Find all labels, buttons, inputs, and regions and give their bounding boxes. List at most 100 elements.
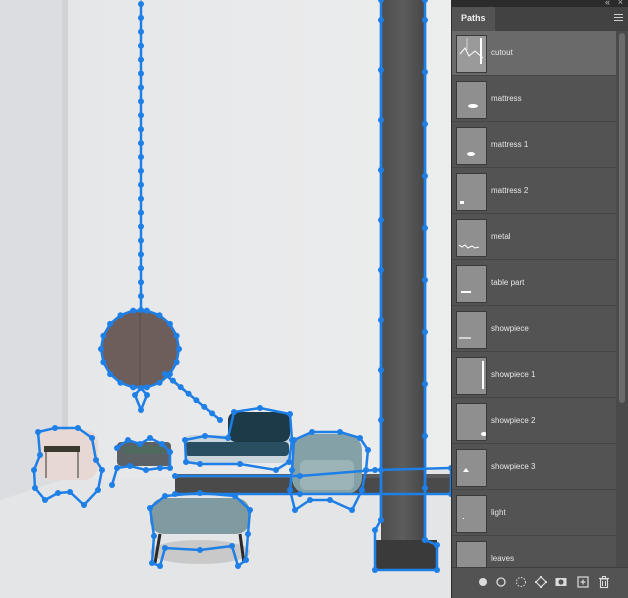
- make-work-path-icon[interactable]: [534, 575, 548, 589]
- path-item[interactable]: mattress 1: [452, 123, 617, 168]
- anchor-point: [422, 121, 428, 127]
- anchor-point: [138, 209, 144, 216]
- anchor-point: [138, 98, 144, 105]
- path-name: showpiece 2: [491, 416, 536, 425]
- anchor-point: [286, 459, 292, 465]
- path-item[interactable]: metal: [452, 215, 617, 260]
- hamburger-menu-icon[interactable]: [614, 14, 623, 22]
- anchor-point: [378, 167, 384, 173]
- anchor-point: [197, 547, 203, 553]
- anchor-point: [422, 485, 428, 491]
- anchor-point: [143, 307, 150, 314]
- delete-path-icon[interactable]: [597, 575, 611, 589]
- anchor-point: [138, 70, 144, 77]
- anchor-point: [372, 567, 378, 573]
- anchor-point: [327, 497, 333, 503]
- anchor-point: [229, 543, 235, 549]
- anchor-point: [422, 17, 428, 23]
- anchor-point: [378, 517, 384, 523]
- anchor-point: [55, 490, 61, 496]
- anchor-point: [35, 429, 41, 435]
- path-item[interactable]: mattress: [452, 77, 617, 122]
- anchor-point: [117, 312, 124, 319]
- anchor-point: [289, 467, 295, 473]
- fill-path-icon[interactable]: [476, 575, 490, 589]
- paths-scrollbar[interactable]: [616, 31, 628, 568]
- anchor-point: [166, 320, 173, 327]
- anchor-point: [378, 117, 384, 123]
- path-thumbnail: [456, 81, 487, 119]
- anchor-point: [81, 502, 87, 508]
- path-outline: [373, 0, 439, 572]
- anchor-point: [247, 507, 253, 513]
- path-outline-overlay: [31, 0, 451, 573]
- path-name: mattress 2: [491, 186, 529, 195]
- load-selection-icon[interactable]: [514, 575, 528, 589]
- anchor-point: [235, 563, 241, 569]
- anchor-point: [95, 487, 101, 493]
- anchor-point: [176, 346, 182, 352]
- anchor-point: [130, 384, 137, 391]
- path-item[interactable]: showpiece: [452, 307, 617, 352]
- path-item[interactable]: showpiece 1: [452, 353, 617, 398]
- anchor-point: [125, 437, 131, 443]
- anchor-point: [147, 435, 153, 441]
- paths-panel: « × Paths cutout mattress mattress 1 mattre…: [451, 0, 628, 598]
- close-icon[interactable]: ×: [618, 0, 623, 7]
- path-item[interactable]: mattress 2: [452, 169, 617, 214]
- path-item[interactable]: leaves: [452, 537, 617, 568]
- anchor-point: [138, 279, 144, 286]
- anchor-point: [138, 154, 144, 160]
- anchor-point: [138, 28, 144, 35]
- anchor-point: [32, 485, 38, 491]
- anchor-point: [378, 217, 384, 223]
- anchor-point: [183, 459, 189, 465]
- stroke-path-icon[interactable]: [494, 575, 508, 589]
- anchor-point: [138, 167, 144, 174]
- anchor-point: [138, 385, 144, 391]
- path-thumbnail: [456, 265, 487, 303]
- double-chevron-icon[interactable]: «: [605, 0, 610, 7]
- add-mask-icon[interactable]: [554, 575, 568, 589]
- anchor-point: [138, 265, 144, 272]
- tab-paths[interactable]: Paths: [452, 7, 495, 31]
- anchor-point: [173, 332, 180, 339]
- anchor-point: [185, 390, 192, 397]
- anchor-point: [157, 465, 163, 471]
- anchor-point: [359, 487, 365, 493]
- path-item[interactable]: table part: [452, 261, 617, 306]
- anchor-point: [107, 371, 114, 378]
- anchor-point: [197, 490, 203, 496]
- document-canvas[interactable]: [0, 0, 451, 598]
- anchor-point: [257, 405, 263, 411]
- anchor-point: [209, 410, 216, 417]
- anchor-point: [156, 312, 163, 319]
- anchor-point: [231, 409, 237, 415]
- anchor-point: [98, 346, 104, 352]
- path-item[interactable]: cutout: [452, 31, 617, 76]
- anchor-point: [147, 505, 153, 511]
- anchor-point: [75, 425, 81, 431]
- path-item[interactable]: showpiece 3: [452, 445, 617, 490]
- new-path-icon[interactable]: [576, 575, 590, 589]
- anchor-point: [138, 42, 144, 49]
- anchor-point: [365, 447, 371, 453]
- path-thumbnail: [456, 127, 487, 165]
- anchor-point: [138, 407, 144, 413]
- anchor-point: [93, 457, 99, 463]
- anchor-point: [31, 467, 37, 473]
- path-outline: [133, 386, 149, 414]
- anchor-point: [169, 377, 176, 384]
- path-name: light: [491, 508, 506, 517]
- scrollbar-thumb[interactable]: [619, 33, 625, 403]
- anchor-point: [232, 493, 238, 499]
- anchor-point: [307, 497, 313, 503]
- anchor-point: [378, 367, 384, 373]
- path-item[interactable]: showpiece 2: [452, 399, 617, 444]
- anchor-point: [422, 69, 428, 75]
- anchor-point: [287, 411, 293, 417]
- path-name: mattress 1: [491, 140, 529, 149]
- path-item[interactable]: light: [452, 491, 617, 536]
- anchor-point: [144, 392, 150, 398]
- anchor-point: [202, 433, 208, 439]
